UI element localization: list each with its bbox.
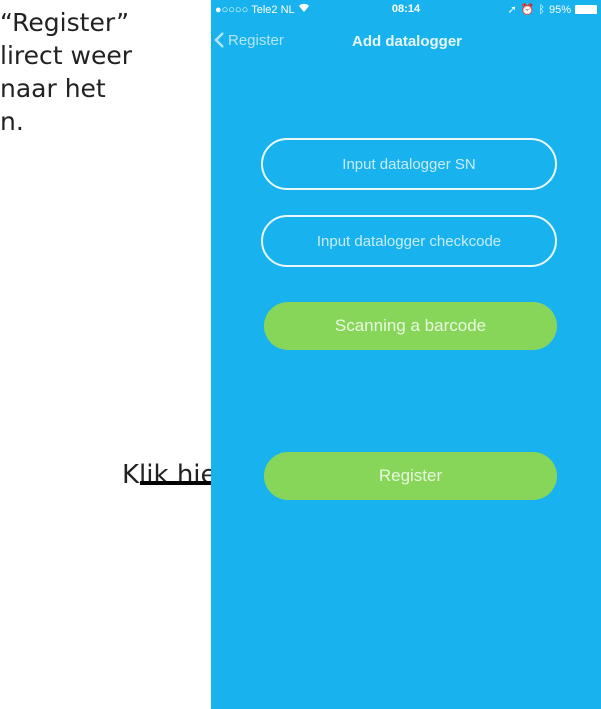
scan-barcode-button[interactable]: Scanning a barcode <box>264 302 557 350</box>
battery-percent: 95% <box>548 3 571 16</box>
bluetooth-icon: ᛒ <box>538 3 545 16</box>
phone-screen: ●○○○○ Tele2 NL 08:14 ➚ ⏰ ᛒ 95% Register … <box>211 0 601 709</box>
location-icon: ➚ <box>507 4 517 16</box>
back-button[interactable]: Register <box>213 31 284 49</box>
instruction-line: lirect weer <box>0 41 132 70</box>
alarm-icon: ⏰ <box>520 4 535 16</box>
datalogger-sn-input[interactable] <box>261 138 557 190</box>
status-right: ➚ ⏰ ᛒ 95% <box>507 3 597 16</box>
instruction-text: “Register” lirect weer naar het n. <box>0 6 200 138</box>
instruction-line: naar het <box>0 74 106 103</box>
status-bar: ●○○○○ Tele2 NL 08:14 ➚ ⏰ ᛒ 95% <box>211 0 601 20</box>
chevron-left-icon <box>214 32 224 48</box>
instruction-line: n. <box>0 107 24 136</box>
datalogger-checkcode-input[interactable] <box>261 215 557 267</box>
nav-bar: Register Add datalogger <box>211 20 601 64</box>
page-title: Add datalogger <box>352 33 463 50</box>
battery-icon <box>575 5 597 14</box>
register-button[interactable]: Register <box>264 452 557 500</box>
instruction-line: “Register” <box>0 8 130 37</box>
back-label: Register <box>228 31 284 49</box>
